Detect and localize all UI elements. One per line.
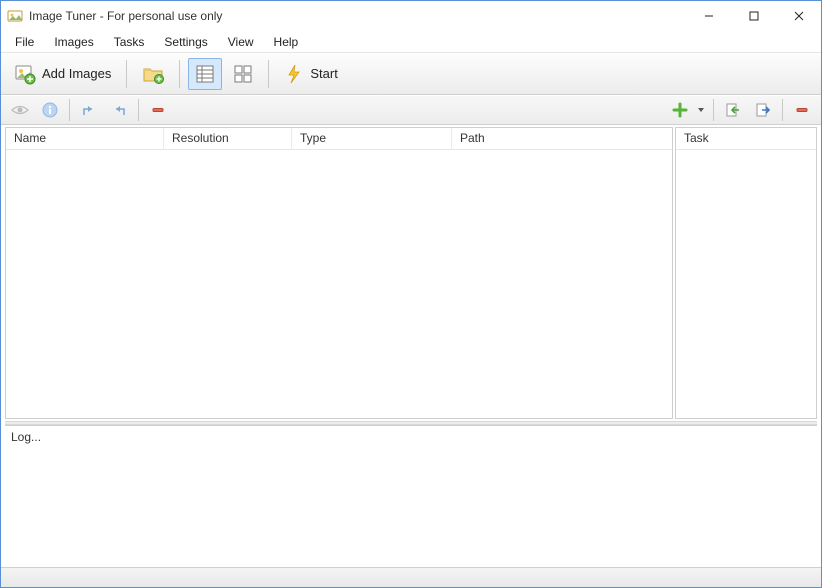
task-list-body[interactable]: [676, 150, 816, 418]
add-images-button[interactable]: Add Images: [7, 58, 118, 90]
column-path[interactable]: Path: [452, 128, 672, 149]
column-resolution[interactable]: Resolution: [164, 128, 292, 149]
rotate-right-button[interactable]: [106, 98, 132, 122]
toolbar-separator: [126, 60, 127, 88]
task-panel-headers: Task: [676, 128, 816, 150]
minimize-button[interactable]: [686, 1, 731, 31]
menu-images[interactable]: Images: [46, 33, 101, 51]
info-button[interactable]: [37, 98, 63, 122]
window-title: Image Tuner - For personal use only: [29, 9, 686, 23]
column-task[interactable]: Task: [676, 128, 816, 149]
toolbar-separator: [69, 99, 70, 121]
toolbar-separator: [782, 99, 783, 121]
image-list-headers: Name Resolution Type Path: [6, 128, 672, 150]
close-button[interactable]: [776, 1, 821, 31]
folder-add-icon: [142, 63, 164, 85]
rotate-left-icon: [81, 102, 97, 118]
menu-view[interactable]: View: [220, 33, 262, 51]
main-toolbar: Add Images Start: [1, 53, 821, 95]
image-list-panel: Name Resolution Type Path: [5, 127, 673, 419]
maximize-button[interactable]: [731, 1, 776, 31]
toolbar-separator: [268, 60, 269, 88]
menu-file[interactable]: File: [7, 33, 42, 51]
view-details-button[interactable]: [188, 58, 222, 90]
add-task-dropdown[interactable]: [697, 106, 707, 114]
log-label: Log...: [11, 430, 811, 444]
eye-icon: [11, 103, 29, 117]
window-buttons: [686, 1, 821, 31]
log-panel: Log...: [5, 425, 817, 567]
plus-icon: [672, 102, 688, 118]
menubar: File Images Tasks Settings View Help: [1, 31, 821, 53]
column-type[interactable]: Type: [292, 128, 452, 149]
column-name[interactable]: Name: [6, 128, 164, 149]
minus-icon: [795, 103, 809, 117]
add-images-icon: [14, 63, 36, 85]
view-thumbnails-icon: [233, 64, 253, 84]
toolbar-separator: [179, 60, 180, 88]
remove-task-button[interactable]: [789, 98, 815, 122]
import-icon: [725, 102, 741, 118]
remove-image-button[interactable]: [145, 98, 171, 122]
import-task-button[interactable]: [720, 98, 746, 122]
rotate-right-icon: [111, 102, 127, 118]
export-task-button[interactable]: [750, 98, 776, 122]
image-list-body[interactable]: [6, 150, 672, 418]
titlebar: Image Tuner - For personal use only: [1, 1, 821, 31]
status-bar: [1, 567, 821, 587]
view-thumbnails-button[interactable]: [226, 58, 260, 90]
menu-help[interactable]: Help: [266, 33, 307, 51]
view-details-icon: [195, 64, 215, 84]
add-images-label: Add Images: [42, 66, 111, 81]
task-panel: Task: [675, 127, 817, 419]
toolbar-separator: [713, 99, 714, 121]
minus-icon: [151, 103, 165, 117]
export-icon: [755, 102, 771, 118]
menu-settings[interactable]: Settings: [156, 33, 215, 51]
start-label: Start: [310, 66, 337, 81]
lightning-icon: [284, 63, 304, 85]
toolbar-separator: [138, 99, 139, 121]
secondary-toolbar: [1, 95, 821, 125]
app-icon: [7, 8, 23, 24]
content-body: Name Resolution Type Path Task: [1, 125, 821, 421]
menu-tasks[interactable]: Tasks: [106, 33, 153, 51]
add-task-button[interactable]: [667, 98, 693, 122]
add-folder-button[interactable]: [135, 58, 171, 90]
rotate-left-button[interactable]: [76, 98, 102, 122]
app-window: Image Tuner - For personal use only File…: [0, 0, 822, 588]
preview-button[interactable]: [7, 98, 33, 122]
info-icon: [42, 102, 58, 118]
start-button[interactable]: Start: [277, 58, 344, 90]
